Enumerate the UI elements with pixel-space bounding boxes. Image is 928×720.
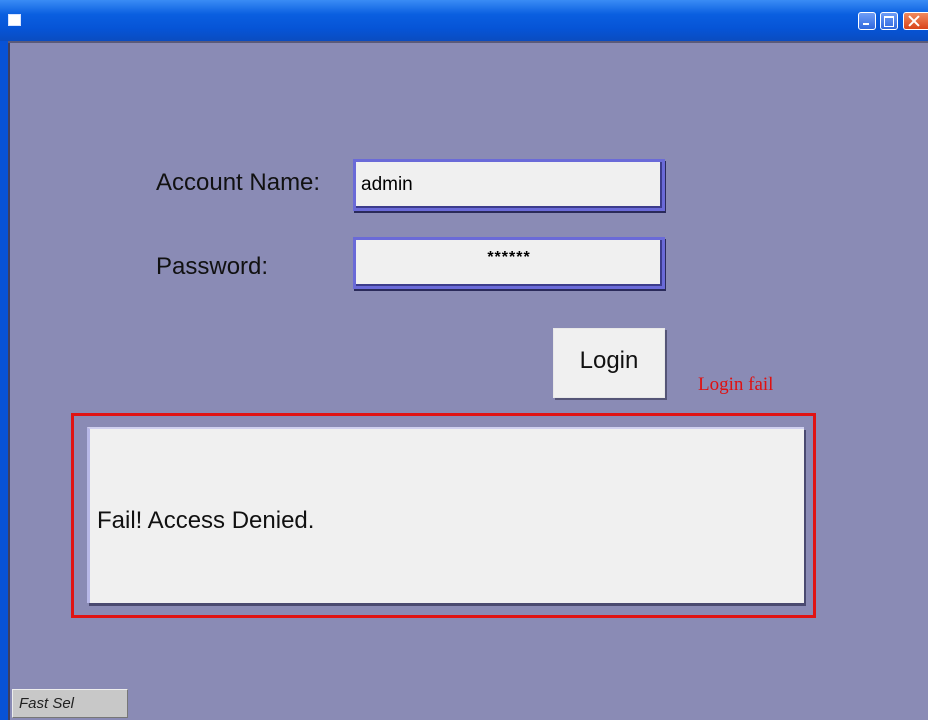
error-message: Fail! Access Denied. — [97, 507, 315, 534]
minimize-icon[interactable] — [858, 12, 876, 30]
app-window: Account Name: Password: Login Login fail… — [0, 0, 928, 720]
login-button[interactable]: Login — [553, 328, 665, 398]
fast-sel-status[interactable]: Fast Sel — [12, 689, 128, 718]
password-label: Password: — [156, 253, 269, 280]
window-app-icon[interactable] — [8, 14, 21, 26]
client-area — [0, 41, 928, 720]
maximize-icon[interactable] — [880, 12, 898, 30]
account-name-input[interactable] — [353, 159, 665, 211]
title-bar[interactable] — [0, 0, 928, 41]
close-icon[interactable] — [903, 12, 928, 30]
client-top-edge — [8, 41, 928, 43]
login-fail-annotation: Login fail — [698, 374, 774, 395]
password-input[interactable] — [353, 237, 665, 289]
client-edge — [8, 41, 10, 720]
account-name-label: Account Name: — [156, 169, 321, 196]
